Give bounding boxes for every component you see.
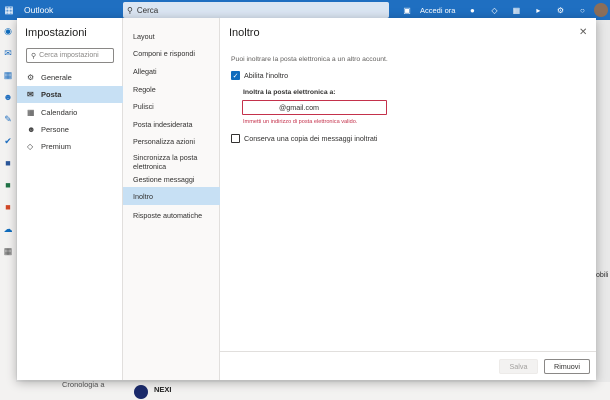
calendar-add-icon[interactable]: ▦ (505, 6, 527, 15)
avatar[interactable] (594, 3, 608, 17)
background-sender[interactable]: NEXI (154, 385, 172, 394)
sub-item-forwarding[interactable]: Inoltro (123, 187, 220, 205)
mail-subcategories: Layout Componi e rispondi Allegati Regol… (123, 18, 220, 380)
settings-item-generale[interactable]: ⚙ Generale (17, 69, 123, 86)
keep-copy-checkbox[interactable] (231, 134, 240, 143)
forwarding-panel: Inoltro ✕ Puoi inoltrare la posta elettr… (220, 18, 596, 380)
settings-search-placeholder: Cerca impostazioni (39, 52, 99, 59)
enable-forwarding-label: Abilita l'inoltro (244, 71, 289, 80)
people-icon[interactable]: ☻ (0, 86, 16, 108)
skype-icon[interactable]: ● (461, 6, 483, 15)
settings-categories: Impostazioni ⚲ Cerca impostazioni ⚙ Gene… (17, 18, 123, 380)
calendar-icon: ▦ (27, 108, 35, 117)
settings-item-persone[interactable]: ☻ Persone (17, 121, 123, 138)
keep-copy-label: Conserva una copia dei messaggi inoltrat… (244, 134, 378, 143)
sub-item-attachments[interactable]: Allegati (123, 65, 220, 77)
sub-item-junk[interactable]: Posta indesiderata (123, 118, 220, 130)
mail-icon: ✉ (27, 90, 34, 99)
app-name[interactable]: Outlook (24, 5, 122, 15)
settings-item-label: Calendario (41, 108, 78, 117)
search-icon: ⚲ (31, 52, 37, 60)
settings-item-label: Persone (41, 125, 69, 134)
mail-icon[interactable]: ✉ (0, 42, 16, 64)
email-error-message: Immetti un indirizzo di posta elettronic… (243, 119, 358, 125)
powerpoint-icon[interactable]: ■ (0, 196, 16, 218)
apps-icon[interactable]: ▦ (0, 240, 16, 262)
people-icon: ☻ (27, 125, 36, 134)
word-icon[interactable]: ■ (0, 152, 16, 174)
settings-item-calendario[interactable]: ▦ Calendario (17, 104, 123, 121)
settings-item-label: Generale (41, 73, 72, 82)
footer-divider (220, 351, 596, 352)
save-button[interactable]: Salva (499, 359, 538, 374)
enable-forwarding-checkbox[interactable]: ✓ (231, 71, 240, 80)
background-list (16, 382, 610, 400)
keep-copy-row[interactable]: Conserva una copia dei messaggi inoltrat… (231, 134, 377, 143)
background-right-text: obili (596, 272, 609, 279)
sub-item-message-handling[interactable]: Gestione messaggi (123, 173, 220, 185)
excel-icon[interactable]: ■ (0, 174, 16, 196)
app-rail: ◉ ✉ ▦ ☻ ✎ ✔ ■ ■ ■ ☁ ▦ (0, 20, 16, 400)
settings-item-label: Premium (41, 142, 72, 151)
sub-item-auto-replies[interactable]: Risposte automatiche (123, 209, 220, 221)
settings-item-label: Posta (41, 90, 62, 99)
sender-avatar (134, 385, 148, 399)
settings-title: Impostazioni (25, 27, 87, 39)
attach-icon[interactable]: ✎ (0, 108, 16, 130)
forwarding-description: Puoi inoltrare la posta elettronica a un… (231, 56, 388, 63)
panel-title: Inoltro (229, 27, 260, 39)
close-icon[interactable]: ✕ (579, 27, 587, 38)
settings-search-input[interactable]: ⚲ Cerca impostazioni (26, 48, 114, 63)
sub-item-sweep[interactable]: Pulisci (123, 100, 220, 112)
gear-icon[interactable]: ⚙ (549, 6, 571, 15)
waffle-icon[interactable]: ▦ (0, 0, 18, 20)
sub-item-layout[interactable]: Layout (123, 30, 220, 42)
calendar-icon[interactable]: ▦ (0, 64, 16, 86)
gear-icon: ⚙ (27, 73, 35, 82)
top-search-placeholder: Cerca (136, 5, 159, 15)
background-folder[interactable]: Cronologia a (62, 380, 105, 389)
diamond-icon[interactable]: ◇ (483, 6, 505, 15)
settings-dialog: Impostazioni ⚲ Cerca impostazioni ⚙ Gene… (17, 18, 596, 380)
outlook-icon[interactable]: ◉ (0, 20, 16, 42)
megaphone-icon[interactable]: ▸ (527, 6, 549, 15)
lightbulb-icon[interactable]: ○ (571, 6, 593, 15)
settings-item-posta[interactable]: ✉ Posta (17, 86, 123, 103)
settings-item-premium[interactable]: ◇ Premium (17, 138, 123, 155)
forward-to-label: Inoltra la posta elettronica a: (243, 89, 336, 96)
top-icons: ▣ Accedi ora ● ◇ ▦ ▸ ⚙ ○ (396, 0, 593, 20)
top-search-box[interactable]: ⚲ Cerca (123, 2, 389, 18)
forward-email-value: @gmail.com (279, 103, 320, 112)
diamond-icon: ◇ (27, 142, 34, 151)
sub-item-sync[interactable]: Sincronizza la posta elettronica (123, 151, 220, 173)
enable-forwarding-row[interactable]: ✓ Abilita l'inoltro (231, 71, 288, 80)
discard-button[interactable]: Rimuovi (544, 359, 590, 374)
sub-item-compose[interactable]: Componi e rispondi (123, 47, 220, 59)
todo-icon[interactable]: ✔ (0, 130, 16, 152)
onedrive-icon[interactable]: ☁ (0, 218, 16, 240)
signin-link[interactable]: Accedi ora (420, 6, 455, 15)
video-icon[interactable]: ▣ (396, 6, 418, 15)
sub-item-actions[interactable]: Personalizza azioni (123, 135, 220, 147)
search-icon: ⚲ (127, 5, 133, 15)
sub-item-rules[interactable]: Regole (123, 83, 220, 95)
forward-email-field[interactable]: @gmail.com (242, 100, 387, 115)
